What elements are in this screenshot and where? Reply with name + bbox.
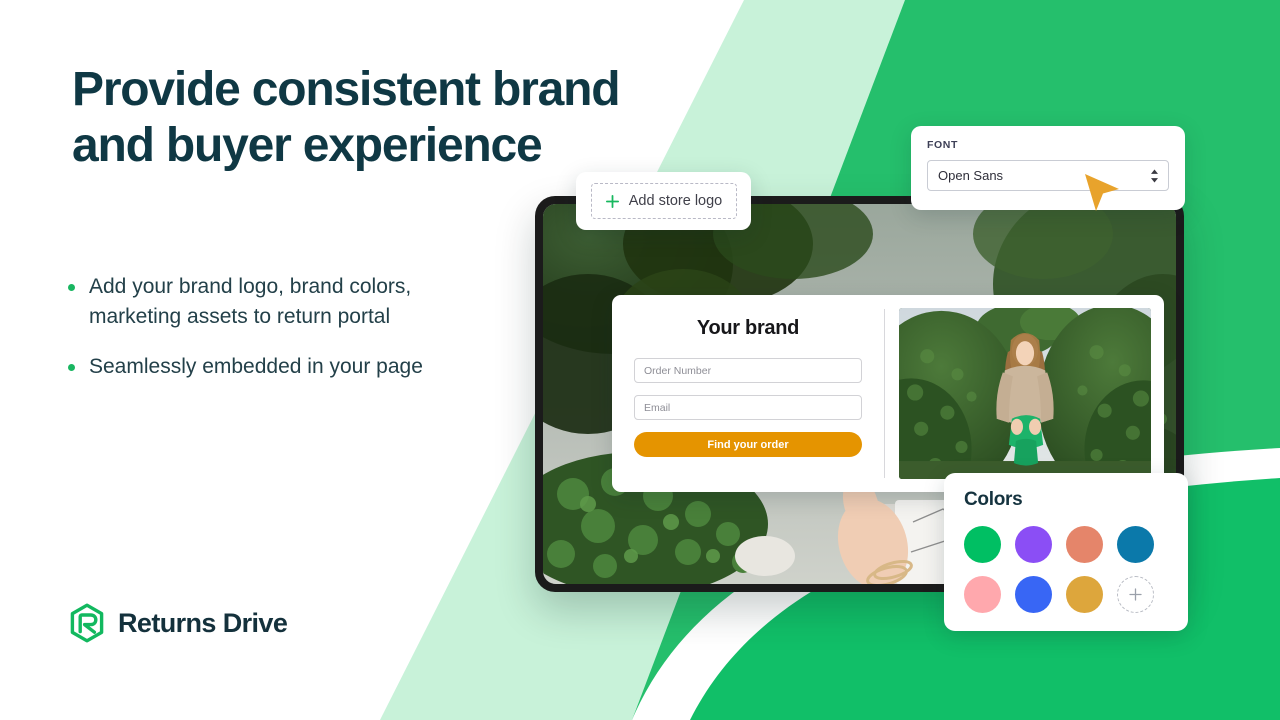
bullet-text: Seamlessly embedded in your page	[89, 354, 423, 378]
brand-logo: Returns Drive	[66, 602, 288, 644]
color-swatch-purple[interactable]	[1015, 526, 1052, 563]
email-input[interactable]: Email	[634, 395, 862, 420]
portal-divider	[884, 309, 885, 478]
colors-panel: Colors	[944, 473, 1188, 631]
hero-text-block: Provide consistent brand and buyer exper…	[72, 62, 652, 174]
font-field-label: FONT	[927, 139, 958, 151]
color-swatch-salmon[interactable]	[1066, 526, 1103, 563]
bullet-dot-icon	[68, 363, 75, 371]
color-swatch-teal-blue[interactable]	[1117, 526, 1154, 563]
font-select[interactable]: Open Sans	[927, 160, 1169, 191]
font-select-value: Open Sans	[938, 168, 1004, 183]
bullet-dot-icon	[68, 284, 75, 291]
plus-icon	[1129, 588, 1142, 601]
bullet-text: Add your brand logo, brand colors, marke…	[89, 275, 412, 328]
add-store-logo-card[interactable]: Add store logo	[576, 172, 751, 230]
model-in-garden-photo	[899, 308, 1151, 479]
brand-portal-preview-card: Your brand Order Number Email Find your …	[612, 295, 1164, 492]
font-settings-panel: FONT Open Sans	[911, 126, 1185, 211]
order-number-input[interactable]: Order Number	[634, 358, 862, 383]
colors-panel-title: Colors	[964, 489, 1023, 510]
page-title: Provide consistent brand and buyer exper…	[72, 63, 621, 173]
feature-bullet-list: Add your brand logo, brand colors, marke…	[68, 272, 538, 401]
add-color-button[interactable]	[1117, 576, 1154, 613]
plus-icon	[605, 194, 619, 208]
color-swatch-grid	[964, 526, 1168, 613]
returns-drive-logo-icon	[70, 603, 104, 643]
list-item: Add your brand logo, brand colors, marke…	[68, 272, 538, 332]
portal-title: Your brand	[696, 317, 800, 339]
list-item: Seamlessly embedded in your page	[68, 352, 538, 382]
add-store-logo-dropzone[interactable]: Add store logo	[590, 183, 737, 219]
color-swatch-green[interactable]	[964, 526, 1001, 563]
color-swatch-gold[interactable]	[1066, 576, 1103, 613]
portal-hero-photo	[899, 308, 1151, 479]
find-your-order-button[interactable]: Find your order	[634, 432, 862, 457]
add-store-logo-label: Add store logo	[628, 193, 723, 209]
order-lookup-form: Your brand Order Number Email Find your …	[612, 295, 884, 492]
brand-logo-text: Returns Drive	[118, 607, 288, 638]
color-swatch-blue[interactable]	[1015, 576, 1052, 613]
color-swatch-pink[interactable]	[964, 576, 1001, 613]
stepper-arrows-icon	[1151, 169, 1158, 182]
